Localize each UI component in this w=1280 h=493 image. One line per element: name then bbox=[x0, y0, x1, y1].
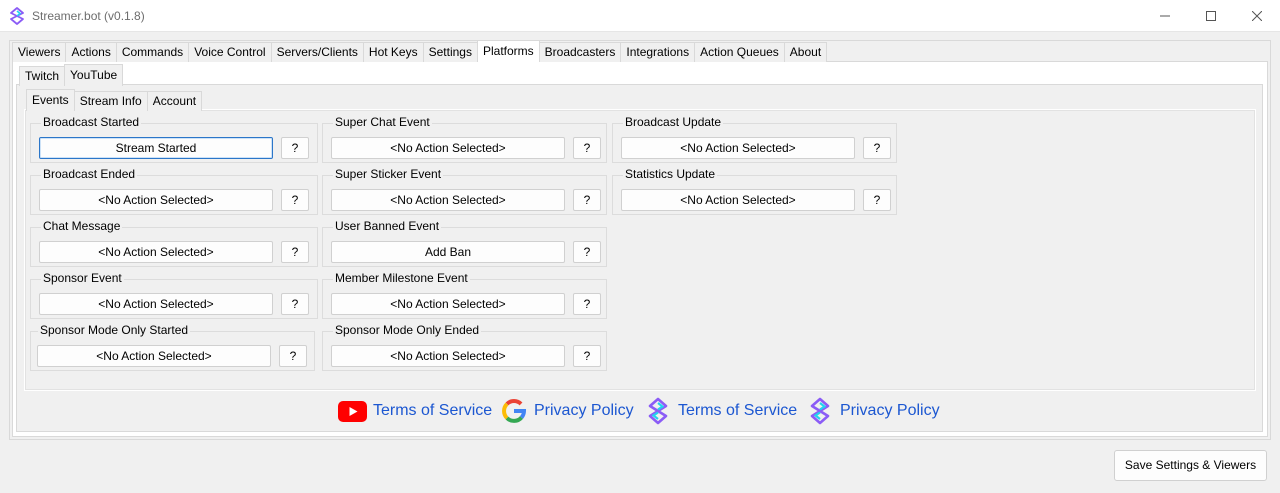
super-chat-event-action-button[interactable]: <No Action Selected> bbox=[331, 137, 565, 159]
tab-commands[interactable]: Commands bbox=[115, 42, 190, 62]
maximize-icon bbox=[1206, 11, 1216, 21]
tab-hot-keys[interactable]: Hot Keys bbox=[362, 42, 424, 62]
broadcast-ended-group: Broadcast Ended <No Action Selected> ? bbox=[30, 167, 318, 215]
chat-message-action-button[interactable]: <No Action Selected> bbox=[39, 241, 273, 263]
group-label: User Banned Event bbox=[333, 219, 442, 233]
sponsor-mode-only-ended-group: Sponsor Mode Only Ended <No Action Selec… bbox=[322, 323, 607, 371]
streamerbot-privacy-link[interactable]: Privacy Policy bbox=[806, 395, 940, 427]
group-label: Sponsor Event bbox=[41, 271, 124, 285]
chat-message-group: Chat Message <No Action Selected> ? bbox=[30, 219, 318, 267]
help-button[interactable]: ? bbox=[279, 345, 307, 367]
group-label: Super Chat Event bbox=[333, 115, 432, 129]
super-sticker-event-action-button[interactable]: <No Action Selected> bbox=[331, 189, 565, 211]
tab-account[interactable]: Account bbox=[146, 91, 203, 111]
minimize-icon bbox=[1160, 15, 1170, 17]
group-label: Statistics Update bbox=[623, 167, 718, 181]
broadcast-started-action-button[interactable]: Stream Started bbox=[39, 137, 273, 159]
save-settings-button[interactable]: Save Settings & Viewers bbox=[1114, 450, 1267, 481]
help-button[interactable]: ? bbox=[573, 293, 601, 315]
streamerbot-terms-link[interactable]: Terms of Service bbox=[644, 395, 797, 427]
statistics-update-action-button[interactable]: <No Action Selected> bbox=[621, 189, 855, 211]
member-milestone-event-group: Member Milestone Event <No Action Select… bbox=[322, 271, 607, 319]
platform-tab-bar: Twitch YouTube bbox=[19, 64, 124, 86]
sponsor-event-group: Sponsor Event <No Action Selected> ? bbox=[30, 271, 318, 319]
group-label: Chat Message bbox=[41, 219, 123, 233]
tab-action-queues[interactable]: Action Queues bbox=[694, 42, 785, 62]
tab-twitch[interactable]: Twitch bbox=[19, 66, 66, 86]
user-banned-event-group: User Banned Event Add Ban ? bbox=[322, 219, 607, 267]
tab-stream-info[interactable]: Stream Info bbox=[73, 91, 148, 111]
group-label: Super Sticker Event bbox=[333, 167, 444, 181]
streamerbot-icon bbox=[648, 397, 668, 425]
link-text: Privacy Policy bbox=[534, 402, 634, 419]
member-milestone-event-action-button[interactable]: <No Action Selected> bbox=[331, 293, 565, 315]
group-label: Sponsor Mode Only Started bbox=[38, 323, 191, 337]
broadcast-update-group: Broadcast Update <No Action Selected> ? bbox=[612, 115, 897, 163]
help-button[interactable]: ? bbox=[573, 137, 601, 159]
help-button[interactable]: ? bbox=[863, 137, 891, 159]
link-text: Terms of Service bbox=[678, 402, 798, 419]
help-button[interactable]: ? bbox=[573, 345, 601, 367]
main-tab-bar: Viewers Actions Commands Voice Control S… bbox=[12, 40, 828, 62]
sponsor-event-action-button[interactable]: <No Action Selected> bbox=[39, 293, 273, 315]
sponsor-mode-only-started-group: Sponsor Mode Only Started <No Action Sel… bbox=[30, 323, 315, 371]
tab-integrations[interactable]: Integrations bbox=[620, 42, 696, 62]
group-label: Member Milestone Event bbox=[333, 271, 470, 285]
help-button[interactable]: ? bbox=[863, 189, 891, 211]
super-chat-event-group: Super Chat Event <No Action Selected> ? bbox=[322, 115, 607, 163]
maximize-button[interactable] bbox=[1188, 0, 1234, 32]
help-button[interactable]: ? bbox=[281, 189, 309, 211]
group-label: Broadcast Update bbox=[623, 115, 724, 129]
group-label: Sponsor Mode Only Ended bbox=[333, 323, 482, 337]
tab-platforms[interactable]: Platforms bbox=[476, 40, 540, 62]
streamerbot-icon bbox=[810, 397, 830, 425]
tab-viewers[interactable]: Viewers bbox=[12, 42, 67, 62]
tab-voice-control[interactable]: Voice Control bbox=[188, 42, 272, 62]
broadcast-ended-action-button[interactable]: <No Action Selected> bbox=[39, 189, 273, 211]
tab-settings[interactable]: Settings bbox=[422, 42, 478, 62]
tab-actions[interactable]: Actions bbox=[65, 42, 117, 62]
super-sticker-event-group: Super Sticker Event <No Action Selected>… bbox=[322, 167, 607, 215]
tab-about[interactable]: About bbox=[783, 42, 828, 62]
help-button[interactable]: ? bbox=[573, 189, 601, 211]
broadcast-started-group: Broadcast Started Stream Started ? bbox=[30, 115, 318, 163]
youtube-terms-link[interactable]: Terms of Service bbox=[338, 395, 492, 427]
youtube-icon bbox=[338, 400, 367, 422]
statistics-update-group: Statistics Update <No Action Selected> ? bbox=[612, 167, 897, 215]
link-text: Privacy Policy bbox=[840, 402, 940, 419]
window-controls bbox=[1142, 0, 1280, 32]
help-button[interactable]: ? bbox=[573, 241, 601, 263]
broadcast-update-action-button[interactable]: <No Action Selected> bbox=[621, 137, 855, 159]
minimize-button[interactable] bbox=[1142, 0, 1188, 32]
title-bar: Streamer.bot (v0.1.8) bbox=[0, 0, 1280, 32]
link-text: Terms of Service bbox=[373, 402, 493, 419]
youtube-tab-bar: Events Stream Info Account bbox=[26, 89, 203, 111]
policy-links: Terms of Service Privacy Policy Terms of… bbox=[0, 395, 1280, 427]
streamerbot-logo-icon bbox=[10, 7, 24, 25]
help-button[interactable]: ? bbox=[281, 137, 309, 159]
tab-broadcasters[interactable]: Broadcasters bbox=[538, 42, 622, 62]
help-button[interactable]: ? bbox=[281, 241, 309, 263]
close-icon bbox=[1252, 11, 1262, 21]
tab-events[interactable]: Events bbox=[26, 89, 75, 111]
group-label: Broadcast Started bbox=[41, 115, 142, 129]
google-icon bbox=[502, 399, 527, 423]
sponsor-mode-only-started-action-button[interactable]: <No Action Selected> bbox=[37, 345, 271, 367]
close-button[interactable] bbox=[1234, 0, 1280, 32]
google-privacy-link[interactable]: Privacy Policy bbox=[500, 395, 634, 427]
help-button[interactable]: ? bbox=[281, 293, 309, 315]
window-title: Streamer.bot (v0.1.8) bbox=[32, 9, 145, 23]
group-label: Broadcast Ended bbox=[41, 167, 138, 181]
sponsor-mode-only-ended-action-button[interactable]: <No Action Selected> bbox=[331, 345, 565, 367]
tab-youtube[interactable]: YouTube bbox=[64, 64, 124, 86]
tab-servers-clients[interactable]: Servers/Clients bbox=[270, 42, 364, 62]
user-banned-event-action-button[interactable]: Add Ban bbox=[331, 241, 565, 263]
